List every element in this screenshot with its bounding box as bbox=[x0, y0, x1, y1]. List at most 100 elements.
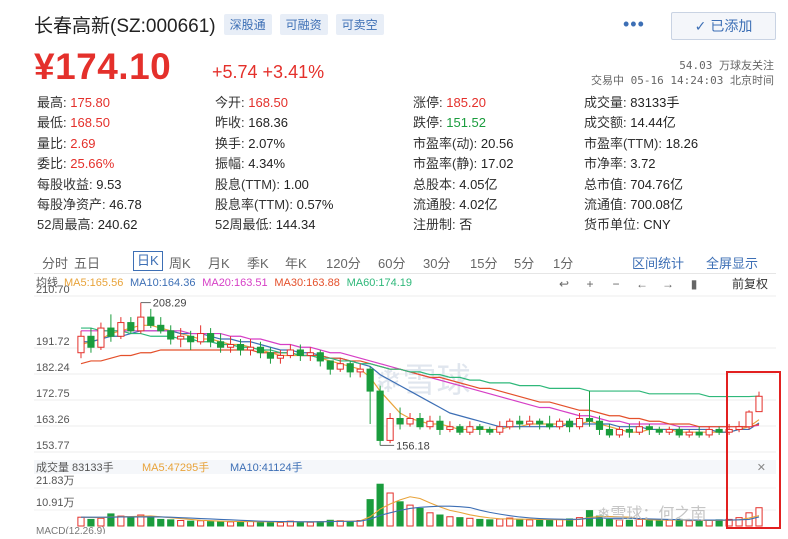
volume-bar bbox=[346, 520, 354, 527]
volume-bar bbox=[127, 517, 135, 527]
chart-tool-icon[interactable]: − bbox=[612, 277, 619, 291]
quote-value: 4.05亿 bbox=[455, 176, 498, 192]
candle-body bbox=[117, 322, 125, 337]
quote-label: 流通值: bbox=[584, 197, 627, 212]
candle-body bbox=[336, 363, 344, 370]
quote-item: 每股收益: 9.53 bbox=[37, 174, 122, 193]
tab-period[interactable]: 15分 bbox=[470, 253, 497, 272]
candle-body bbox=[266, 352, 275, 359]
badge-short-sell[interactable]: 可卖空 bbox=[335, 13, 384, 35]
quote-value: 20.56 bbox=[477, 135, 514, 151]
candle-body bbox=[635, 426, 643, 433]
candle-body bbox=[286, 349, 294, 356]
quote-label: 换手: bbox=[215, 135, 245, 151]
candle-body bbox=[476, 426, 484, 430]
quote-item: 52周最低: 144.34 bbox=[215, 214, 315, 233]
chart-tool-icon[interactable]: ← bbox=[636, 277, 648, 291]
tab-period[interactable]: 30分 bbox=[423, 253, 450, 272]
y-tick-label: 191.72 bbox=[36, 336, 70, 348]
candle-body bbox=[326, 360, 334, 370]
quote-value: 3.72 bbox=[626, 156, 656, 172]
candle-body bbox=[675, 428, 683, 436]
volume-bar bbox=[426, 512, 434, 527]
quote-value: 240.62 bbox=[94, 217, 138, 233]
chart-tool-icon[interactable]: → bbox=[662, 277, 674, 291]
volume-bar bbox=[266, 521, 275, 527]
candle-body bbox=[536, 420, 544, 425]
kline-chart[interactable]: 均线 MA5:165.56 MA10:164.36 MA20:163.51 MA30:1… bbox=[34, 274, 776, 537]
quote-label: 股息(TTM): bbox=[215, 176, 280, 192]
kline-svg[interactable]: 均线 MA5:165.56 MA10:164.36 MA20:163.51 MA30:1… bbox=[34, 274, 776, 537]
candle-body bbox=[426, 420, 434, 428]
quote-item: 涨停: 185.20 bbox=[413, 92, 486, 111]
tab-period[interactable]: 5分 bbox=[514, 253, 534, 272]
quote-value: 168.50 bbox=[66, 115, 110, 131]
y-tick-label: 163.26 bbox=[36, 414, 70, 426]
badge-hk-connect[interactable]: 深股通 bbox=[223, 13, 272, 35]
tab-period[interactable]: 日K bbox=[133, 251, 163, 271]
volume-bar bbox=[256, 521, 265, 527]
y-tick-label: 210.70 bbox=[36, 284, 70, 296]
quote-value: 2.69 bbox=[66, 135, 96, 151]
added-watchlist-button[interactable]: ✓ 已添加 bbox=[671, 12, 776, 40]
stock-header: 长春高新(SZ:000661) 深股通 可融资 可卖空 bbox=[34, 10, 384, 38]
candle-body bbox=[486, 428, 494, 433]
quote-value: 168.50 bbox=[244, 95, 288, 110]
candle-body bbox=[296, 349, 304, 356]
quote-label: 市盈率(TTM): bbox=[584, 135, 662, 151]
tab-period[interactable]: 月K bbox=[208, 253, 230, 272]
quote-value: 185.20 bbox=[442, 95, 486, 110]
candle-body bbox=[157, 324, 165, 332]
quote-label: 市净率: bbox=[584, 156, 627, 172]
volume-bar bbox=[177, 520, 185, 527]
quote-label: 跌停: bbox=[413, 115, 443, 131]
y-tick-label: 172.75 bbox=[36, 388, 70, 400]
quote-item: 总股本: 4.05亿 bbox=[413, 174, 498, 193]
candle-body bbox=[516, 420, 524, 425]
tab-period[interactable]: 年K bbox=[285, 253, 307, 272]
y-tick-label: 153.77 bbox=[36, 440, 70, 452]
fullscreen-button[interactable]: 全屏显示 bbox=[706, 253, 758, 272]
interval-stats-button[interactable]: 区间统计 bbox=[632, 253, 684, 272]
quote-value: CNY bbox=[639, 217, 671, 233]
macd-label: MACD(12,26,9) bbox=[36, 526, 105, 534]
volume-bar bbox=[117, 515, 125, 527]
tab-period[interactable]: 60分 bbox=[378, 253, 405, 272]
y-tick-label: 182.24 bbox=[36, 362, 70, 374]
tab-period[interactable]: 五日 bbox=[74, 253, 100, 272]
quote-label: 涨停: bbox=[413, 95, 443, 110]
candle-body bbox=[306, 352, 314, 356]
volume-bar bbox=[77, 516, 85, 527]
candle-body bbox=[526, 420, 534, 425]
quote-item: 量比: 2.69 bbox=[37, 133, 96, 152]
volume-bar bbox=[705, 519, 713, 527]
tab-period[interactable]: 季K bbox=[247, 253, 269, 272]
chart-tool-icon[interactable]: ▮ bbox=[691, 277, 698, 291]
tab-period[interactable]: 周K bbox=[169, 253, 191, 272]
ma-legend-item: MA5:165.56 bbox=[64, 277, 123, 289]
candle-body bbox=[565, 420, 574, 428]
quote-item: 跌停: 151.52 bbox=[413, 112, 486, 131]
quote-item: 换手: 2.07% bbox=[215, 133, 285, 152]
candle-body bbox=[595, 420, 604, 430]
quote-item: 市盈率(TTM): 18.26 bbox=[584, 133, 698, 152]
tab-period[interactable]: 120分 bbox=[326, 253, 361, 272]
candle-body bbox=[396, 417, 404, 425]
quote-label: 最高: bbox=[37, 95, 67, 110]
volume-bar bbox=[376, 483, 384, 527]
tab-period[interactable]: 分时 bbox=[42, 253, 68, 272]
quote-item: 股息(TTM): 1.00 bbox=[215, 174, 309, 193]
more-icon[interactable]: ••• bbox=[623, 14, 645, 35]
chart-tool-icon[interactable]: + bbox=[586, 277, 593, 291]
badge-margin[interactable]: 可融资 bbox=[279, 13, 328, 35]
candle-body bbox=[147, 316, 155, 326]
candle-body bbox=[556, 420, 564, 428]
quote-label: 今开: bbox=[215, 95, 245, 110]
quote-value: 144.34 bbox=[272, 217, 316, 233]
chart-tool-icon[interactable]: ↩ bbox=[559, 277, 569, 291]
candle-body bbox=[246, 346, 255, 351]
candle-body bbox=[685, 431, 693, 436]
quote-label: 市盈率(动): bbox=[413, 135, 478, 151]
tab-period[interactable]: 1分 bbox=[553, 253, 573, 272]
quote-value: 700.08亿 bbox=[626, 197, 683, 212]
